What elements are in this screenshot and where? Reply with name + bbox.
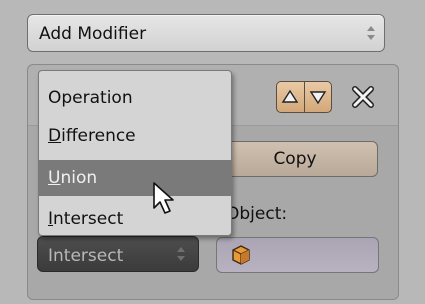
triangle-down-icon xyxy=(309,91,327,105)
menu-item-intersect[interactable]: Intersect xyxy=(39,201,231,237)
mnemonic-letter: U xyxy=(48,168,61,188)
operation-popup-menu: Operation Difference Union Intersect xyxy=(38,70,232,236)
menu-item-rest: nion xyxy=(60,168,98,188)
operation-select[interactable]: Intersect xyxy=(37,236,199,272)
cube-icon xyxy=(231,245,251,265)
operation-value: Intersect xyxy=(48,246,124,266)
menu-item-rest: ifference xyxy=(61,126,136,146)
add-modifier-dropdown[interactable]: Add Modifier xyxy=(27,14,385,52)
mnemonic-letter: D xyxy=(48,126,62,146)
properties-panel: Add Modifier Copy Object: Intersect Oper… xyxy=(0,0,425,304)
move-up-button[interactable] xyxy=(277,82,305,112)
menu-item-label: Intersect xyxy=(48,209,123,229)
close-icon[interactable] xyxy=(350,84,376,110)
move-modifier-buttons xyxy=(276,81,332,113)
mouse-cursor-icon xyxy=(152,181,180,217)
menu-item-rest: ntersect xyxy=(53,209,124,229)
object-label: Object: xyxy=(226,204,288,224)
menu-item-union[interactable]: Union xyxy=(39,160,231,196)
copy-button[interactable]: Copy xyxy=(212,141,378,177)
up-down-arrows-icon xyxy=(366,23,376,43)
object-field[interactable] xyxy=(216,237,379,273)
menu-item-difference[interactable]: Difference xyxy=(39,118,231,154)
menu-item-label: Difference xyxy=(48,126,136,146)
menu-title: Operation xyxy=(48,88,133,108)
menu-item-label: Union xyxy=(48,168,97,188)
move-down-button[interactable] xyxy=(305,82,331,112)
triangle-up-icon xyxy=(281,89,299,103)
up-down-arrows-icon xyxy=(176,244,186,264)
add-modifier-label: Add Modifier xyxy=(39,24,147,44)
